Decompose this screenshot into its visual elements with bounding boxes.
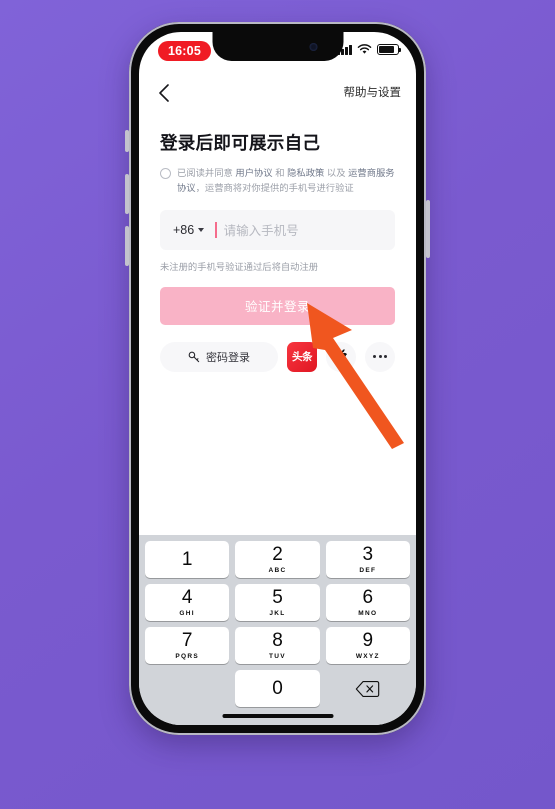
agreement-row: 已阅读并同意 用户协议 和 隐私政策 以及 运营商服务协议，运营商将对你提供的手… — [160, 166, 395, 197]
key-number: 7 — [181, 630, 193, 652]
text-cursor — [215, 221, 217, 238]
key-letters: PQRS — [175, 652, 199, 660]
more-login-options-button[interactable] — [365, 341, 395, 372]
battery-icon — [377, 44, 402, 55]
auto-register-hint: 未注册的手机号验证通过后将自动注册 — [160, 261, 319, 272]
key-number: 4 — [181, 587, 193, 609]
key-letters: DEF — [359, 566, 377, 574]
keyboard-row: 7 PQRS 8 TUV 9 WXYZ — [142, 627, 413, 664]
nav-bar: 帮助与设置 — [139, 72, 416, 112]
key-number: 3 — [362, 544, 374, 566]
key-number: 5 — [272, 587, 283, 609]
phone-device: 16:05 帮助与设置 登录后即可展示自己 已阅读并同意 用户协议 和 隐私政策… — [125, 22, 430, 735]
keyboard-row: 1 2 ABC 3 DEF — [142, 541, 413, 578]
key-number: 6 — [362, 587, 374, 609]
agreement-conj-2: 以及 — [326, 168, 346, 178]
status-indicators — [337, 44, 402, 55]
mute-switch[interactable] — [125, 130, 129, 152]
key-number: 0 — [272, 678, 283, 699]
key-letters: MNO — [358, 609, 378, 617]
alternate-login-row: 密码登录 头条 — [160, 341, 395, 372]
agreement-suffix: ，运营商将对你提供的手机号进行验证 — [195, 183, 354, 194]
backspace-icon — [356, 680, 380, 697]
toutiao-login-button[interactable]: 头条 — [287, 341, 317, 372]
password-login-button[interactable]: 密码登录 — [160, 341, 278, 372]
key-number: 9 — [362, 630, 374, 652]
status-time: 16:05 — [158, 41, 211, 61]
phone-number-input[interactable]: +86 请输入手机号 — [160, 209, 395, 250]
phone-screen: 16:05 帮助与设置 登录后即可展示自己 已阅读并同意 用户协议 和 隐私政策… — [139, 32, 416, 725]
home-indicator — [222, 713, 333, 718]
apple-logo-icon — [335, 349, 347, 365]
user-agreement-link[interactable]: 用户协议 — [235, 168, 272, 178]
wifi-icon — [357, 44, 372, 54]
key-letters: TUV — [269, 652, 286, 660]
phone-input-placeholder: 请输入手机号 — [223, 224, 299, 239]
key-3[interactable]: 3 DEF — [325, 541, 410, 578]
notch — [212, 32, 343, 61]
keyboard-row: 0 — [142, 670, 413, 707]
key-1[interactable]: 1 — [145, 541, 230, 578]
agreement-prefix: 已阅读并同意 — [177, 168, 233, 178]
key-9[interactable]: 9 WXYZ — [325, 627, 410, 664]
key-letters: ABC — [268, 566, 287, 574]
key-number: 8 — [272, 630, 283, 652]
country-code-value: +86 — [173, 222, 195, 237]
agreement-text: 已阅读并同意 用户协议 和 隐私政策 以及 运营商服务协议，运营商将对你提供的手… — [177, 166, 395, 197]
key-number: 2 — [272, 544, 283, 566]
key-0[interactable]: 0 — [235, 670, 320, 707]
front-camera-icon — [309, 43, 317, 51]
help-and-settings-link[interactable]: 帮助与设置 — [344, 84, 402, 100]
key-delete[interactable] — [326, 670, 410, 707]
back-chevron-icon[interactable] — [150, 78, 180, 108]
key-6[interactable]: 6 MNO — [325, 584, 410, 621]
key-2[interactable]: 2 ABC — [235, 541, 320, 578]
key-number: 1 — [181, 549, 193, 570]
key-letters: GHI — [179, 609, 195, 617]
agreement-conj-1: 和 — [275, 168, 285, 178]
verify-and-login-button[interactable]: 验证并登录 — [160, 286, 395, 325]
page-title: 登录后即可展示自己 — [160, 133, 321, 153]
login-content: 登录后即可展示自己 已阅读并同意 用户协议 和 隐私政策 以及 运营商服务协议，… — [139, 112, 416, 372]
key-blank-left — [145, 670, 229, 707]
power-button[interactable] — [426, 200, 430, 258]
keyboard-row: 4 GHI 5 JKL 6 MNO — [142, 584, 413, 621]
key-letters: JKL — [269, 609, 286, 617]
country-code-selector[interactable]: +86 — [173, 222, 205, 237]
key-icon — [188, 351, 200, 362]
privacy-policy-link[interactable]: 隐私政策 — [287, 168, 324, 178]
key-4[interactable]: 4 GHI — [145, 584, 230, 621]
key-5[interactable]: 5 JKL — [235, 584, 320, 621]
volume-up-button[interactable] — [125, 174, 129, 214]
apple-login-button[interactable] — [326, 341, 356, 372]
key-letters: WXYZ — [355, 652, 380, 660]
key-7[interactable]: 7 PQRS — [145, 627, 230, 664]
password-login-label: 密码登录 — [206, 351, 250, 364]
volume-down-button[interactable] — [125, 226, 129, 266]
ellipsis-icon — [372, 355, 388, 359]
chevron-down-icon — [198, 227, 205, 232]
numeric-keyboard: 1 2 ABC 3 DEF 4 GHI 5 JKL 6 MNO 7 PQRS 8… — [139, 535, 416, 725]
agreement-checkbox[interactable] — [160, 168, 171, 179]
key-8[interactable]: 8 TUV — [235, 627, 320, 664]
